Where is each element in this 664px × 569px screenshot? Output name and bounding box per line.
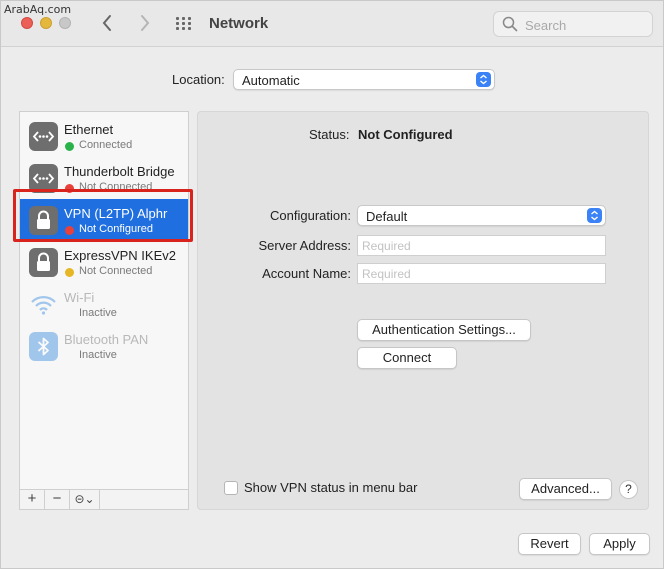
service-status: Connected: [79, 139, 133, 151]
remove-service-button[interactable]: −: [45, 490, 70, 509]
service-name: Wi-Fi: [64, 290, 95, 305]
configuration-label: Configuration:: [270, 208, 351, 223]
service-name: ExpressVPN IKEv2: [64, 248, 176, 263]
search-icon: [502, 16, 518, 32]
configuration-value: Default: [366, 209, 408, 224]
apply-button[interactable]: Apply: [589, 533, 650, 555]
connect-button[interactable]: Connect: [357, 347, 457, 369]
help-button[interactable]: ?: [619, 480, 638, 499]
updown-chevron-icon: [476, 72, 491, 87]
status-label: Status:: [309, 127, 350, 142]
account-name-label: Account Name:: [262, 266, 351, 281]
zoom-window-button[interactable]: [59, 17, 71, 29]
service-item-expressvpn-ikev2[interactable]: ExpressVPN IKEv2 Not Connected: [20, 241, 188, 283]
status-dot-green: [65, 142, 74, 151]
selection-highlight-annotation: [13, 189, 193, 242]
server-address-label: Server Address:: [258, 238, 352, 253]
network-preferences-window: ArabAq.com Network Search Location: Auto…: [0, 0, 664, 569]
chevron-right-icon: [141, 15, 150, 31]
wifi-icon: [29, 290, 58, 319]
window-title: Network: [209, 15, 269, 32]
minimize-window-button[interactable]: [40, 17, 52, 29]
title-bar: ArabAq.com Network Search: [1, 1, 663, 47]
watermark: ArabAq.com: [4, 3, 72, 16]
show-vpn-status-checkbox[interactable]: [224, 481, 238, 495]
updown-chevron-icon: [587, 208, 602, 223]
close-window-button[interactable]: [21, 17, 33, 29]
service-name: Ethernet: [64, 122, 114, 137]
search-field[interactable]: Search: [493, 11, 653, 37]
service-list-toolbar: + − ⊝⌄: [19, 489, 189, 510]
server-address-input[interactable]: [357, 235, 606, 256]
service-list: Ethernet Connected Thunderbolt Bridge No…: [19, 111, 189, 510]
ethernet-icon: [29, 122, 58, 151]
revert-button[interactable]: Revert: [518, 533, 581, 555]
service-actions-menu-button[interactable]: ⊝⌄: [70, 490, 100, 509]
service-item-wifi[interactable]: Wi-Fi Inactive: [20, 283, 188, 325]
service-status: Inactive: [79, 349, 117, 361]
authentication-settings-button[interactable]: Authentication Settings...: [357, 319, 531, 341]
bluetooth-icon: [29, 332, 58, 361]
forward-button[interactable]: [134, 12, 156, 34]
advanced-button[interactable]: Advanced...: [519, 478, 612, 500]
location-value: Automatic: [242, 73, 300, 88]
vpn-detail-panel: [197, 111, 649, 510]
configuration-select[interactable]: Default: [357, 205, 606, 226]
lock-icon: [29, 248, 58, 277]
status-dot-yellow: [65, 268, 74, 277]
location-label: Location:: [172, 72, 225, 87]
account-name-input[interactable]: [357, 263, 606, 284]
service-item-ethernet[interactable]: Ethernet Connected: [20, 115, 188, 157]
status-value: Not Configured: [358, 127, 453, 142]
chevron-left-icon: [102, 15, 111, 31]
back-button[interactable]: [96, 12, 118, 34]
show-vpn-status-label: Show VPN status in menu bar: [244, 480, 418, 495]
service-name: Bluetooth PAN: [64, 332, 149, 347]
location-select[interactable]: Automatic: [233, 69, 495, 90]
add-service-button[interactable]: +: [20, 490, 45, 509]
show-all-grid-icon[interactable]: [176, 17, 192, 30]
service-status: Not Connected: [79, 265, 153, 277]
service-status: Inactive: [79, 307, 117, 319]
search-placeholder: Search: [525, 18, 567, 33]
service-name: Thunderbolt Bridge: [64, 164, 175, 179]
service-item-bluetooth-pan[interactable]: Bluetooth PAN Inactive: [20, 325, 188, 367]
